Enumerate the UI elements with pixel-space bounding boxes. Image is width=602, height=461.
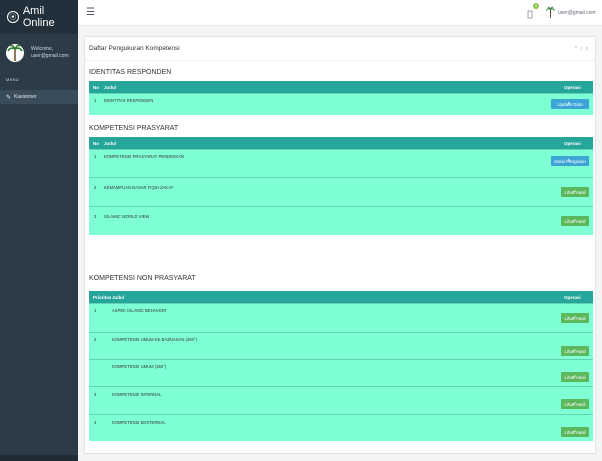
sidebar-item-kuesioner[interactable]: ✎ Kuesioner	[0, 90, 78, 104]
header-judul: Judul	[112, 294, 124, 300]
header-operasi: Operasi	[564, 294, 581, 300]
sidebar: ⦿ Amil Online Welcome, user@gmail.com ME…	[0, 0, 78, 461]
row-no: 2	[94, 185, 97, 190]
header-judul: Judul	[104, 84, 116, 90]
topbar: ☰ 0 user@gmail.com	[78, 0, 602, 26]
lihat-hasil-button[interactable]: ✔ Lihat Hasil	[561, 187, 589, 197]
row-priority: 3	[94, 392, 97, 397]
button-label: Update Data	[557, 101, 583, 107]
table-prasyarat: No Judul Operasi 1 KOMPETENSI PRASYARAT …	[89, 137, 593, 235]
row-title: KEMAMPUAN DASAR FIQIH ZAKAT	[104, 185, 174, 190]
row-no: 3	[94, 214, 97, 219]
header-judul: Judul	[104, 140, 116, 146]
row-title: KOMPETENSI INTERNAL	[112, 392, 162, 397]
table-row: 1 ASPEK ISLAMIC BEHAVIOR ✔ Lihat Hasil	[89, 303, 593, 332]
update-data-button[interactable]: ✎ Update Data	[551, 99, 589, 109]
table-identitas: No Judul Operasi 1 IDENTITAS RESPONDEN ✎…	[89, 81, 593, 115]
row-title: KOMPETENSI EKSTERNAL	[112, 420, 166, 425]
greeting-email: user@gmail.com	[31, 53, 69, 59]
button-label: Lihat Hasil	[564, 374, 586, 380]
row-priority: 2	[94, 337, 97, 342]
button-label: Lihat Hasil	[564, 401, 586, 407]
header-operasi: Operasi	[564, 140, 581, 146]
user-greeting: Welcome, user@gmail.com	[31, 46, 69, 60]
row-title: KOMPETENSI UMUM (360°)	[112, 364, 167, 369]
button-label: Lihat Hasil	[564, 218, 586, 224]
table-row: 2 KEMAMPUAN DASAR FIQIH ZAKAT ✔ Lihat Ha…	[89, 177, 593, 206]
box-tools[interactable]: ^ / x	[575, 46, 589, 52]
row-no: 1	[94, 154, 97, 159]
header-no: No	[93, 140, 99, 146]
button-label: Lihat Hasil	[564, 189, 586, 195]
row-title: ISLAMIC WORLD VIEW	[104, 214, 150, 219]
menu-tag: MENU	[6, 77, 19, 82]
page-title: Daftar Pengukuran Kompetensi	[89, 45, 180, 52]
brand-name: Amil Online	[22, 5, 55, 29]
mulai-pengisian-button[interactable]: ✎ Mulai Pengisian	[551, 156, 589, 166]
lihat-hasil-button[interactable]: ✔ Lihat Hasil	[561, 313, 589, 323]
palm-tree-icon	[6, 44, 24, 62]
row-priority: 1	[94, 308, 97, 313]
lihat-hasil-button[interactable]: ✔ Lihat Hasil	[561, 372, 589, 382]
header-prioritas: Prioritas	[93, 294, 112, 300]
table-row: 3 KOMPETENSI INTERNAL ✔ Lihat Hasil	[89, 386, 593, 414]
main-content: Daftar Pengukuran Kompetensi ^ / x IDENT…	[78, 26, 602, 461]
shield-logo-icon: ⦿	[7, 11, 19, 23]
row-title: IDENTITAS RESPONDEN	[104, 98, 154, 103]
palm-tree-icon	[546, 6, 555, 18]
row-title: KOMPETENSI UMUM KE-BAZNASAN (360°)	[112, 337, 197, 342]
table-row: 1 IDENTITAS RESPONDEN ✎ Update Data	[89, 93, 593, 115]
box-divider	[85, 60, 595, 61]
greeting-text: Welcome,	[31, 46, 54, 52]
table-non-prasyarat: Prioritas Judul Operasi 1 ASPEK ISLAMIC …	[89, 291, 593, 441]
lihat-hasil-button[interactable]: ✔ Lihat Hasil	[561, 216, 589, 226]
table-row: 4 KOMPETENSI EKSTERNAL ✔ Lihat Hasil	[89, 414, 593, 441]
button-label: Mulai Pengisian	[554, 158, 586, 164]
row-title: ASPEK ISLAMIC BEHAVIOR	[112, 308, 167, 313]
brand-link[interactable]: ⦿ Amil Online	[0, 0, 78, 34]
table-row: 3 ISLAMIC WORLD VIEW ✔ Lihat Hasil	[89, 206, 593, 235]
button-label: Lihat Hasil	[564, 348, 586, 354]
notification-badge: 0	[533, 3, 539, 9]
button-label: Lihat Hasil	[564, 429, 586, 435]
table-header: Prioritas Judul Operasi	[89, 291, 593, 303]
header-no: No	[93, 84, 99, 90]
hamburger-menu-icon[interactable]: ☰	[86, 7, 95, 18]
table-header: No Judul Operasi	[89, 81, 593, 93]
lihat-hasil-button[interactable]: ✔ Lihat Hasil	[561, 346, 589, 356]
section-title-identitas: IDENTITAS RESPONDEN	[89, 69, 172, 76]
header-operasi: Operasi	[564, 84, 581, 90]
competency-box: Daftar Pengukuran Kompetensi ^ / x IDENT…	[84, 36, 596, 454]
row-title: KOMPETENSI PRASYARAT PENDIDIKAN	[104, 154, 185, 159]
user-panel: Welcome, user@gmail.com MENU	[0, 34, 78, 86]
sidebar-item-label: Kuesioner	[14, 94, 37, 100]
lihat-hasil-button[interactable]: ✔ Lihat Hasil	[561, 427, 589, 437]
row-priority: 4	[94, 420, 97, 425]
table-header: No Judul Operasi	[89, 137, 593, 149]
section-title-non-prasyarat: KOMPETENSI NON PRASYARAT	[89, 275, 196, 282]
lihat-hasil-button[interactable]: ✔ Lihat Hasil	[561, 399, 589, 409]
row-no: 1	[94, 98, 97, 103]
table-row: KOMPETENSI UMUM (360°) ✔ Lihat Hasil	[89, 359, 593, 386]
table-row: 1 KOMPETENSI PRASYARAT PENDIDIKAN ✎ Mula…	[89, 149, 593, 177]
button-label: Lihat Hasil	[564, 315, 586, 321]
sidebar-footer	[0, 455, 78, 461]
table-row: 2 KOMPETENSI UMUM KE-BAZNASAN (360°) ✔ L…	[89, 332, 593, 359]
section-title-prasyarat: KOMPETENSI PRASYARAT	[89, 125, 179, 132]
user-menu[interactable]: user@gmail.com	[558, 10, 596, 16]
edit-icon: ✎	[6, 94, 12, 101]
